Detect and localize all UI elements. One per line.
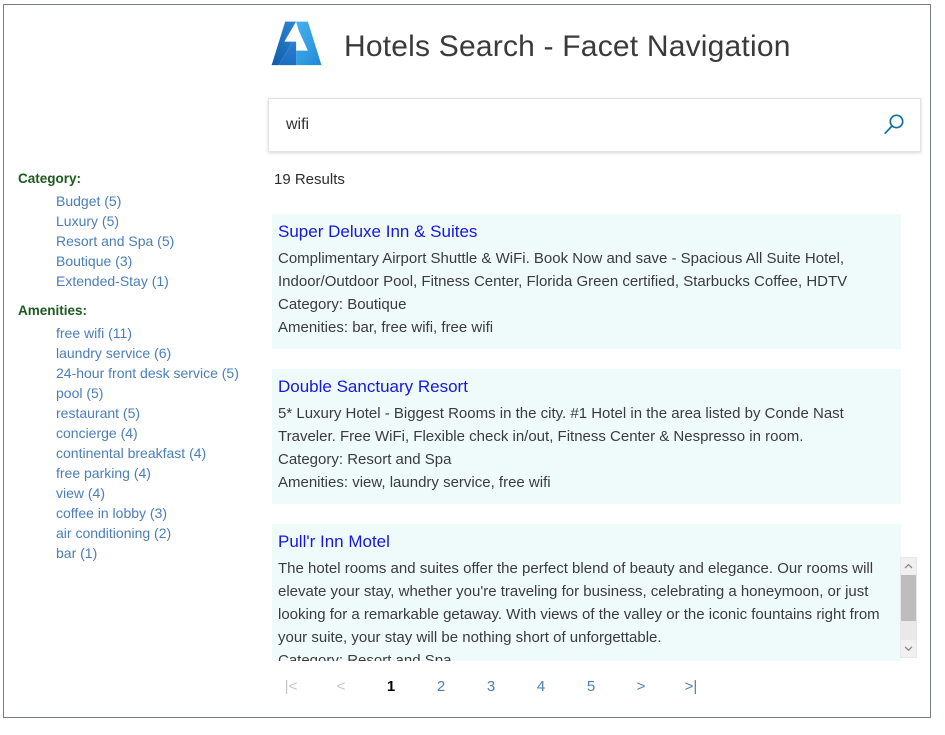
facet-item-bar[interactable]: bar (1): [56, 543, 264, 563]
facet-item-free-parking[interactable]: free parking (4): [56, 463, 264, 483]
pagination-page-2[interactable]: 2: [416, 678, 466, 695]
facet-item-resort-and-spa[interactable]: Resort and Spa (5): [56, 231, 264, 251]
app-window: Hotels Search - Facet Navigation 19 Resu…: [3, 4, 931, 718]
facet-list-category: Budget (5) Luxury (5) Resort and Spa (5)…: [16, 191, 264, 291]
result-description: Complimentary Airport Shuttle & WiFi. Bo…: [278, 247, 889, 293]
scroll-down-button[interactable]: [901, 640, 916, 657]
pagination-page-4[interactable]: 4: [516, 678, 566, 695]
result-card[interactable]: Double Sanctuary Resort 5* Luxury Hotel …: [272, 369, 901, 504]
facet-list-amenities: free wifi (11) laundry service (6) 24-ho…: [16, 323, 264, 563]
page-header: Hotels Search - Facet Navigation: [268, 7, 791, 87]
facet-title-amenities: Amenities:: [18, 303, 264, 318]
pagination: |< < 1 2 3 4 5 > >|: [266, 678, 686, 695]
results-scrollbar[interactable]: [900, 557, 917, 658]
result-amenities: Amenities: bar, free wifi, free wifi: [278, 316, 889, 339]
facet-group-amenities: Amenities: free wifi (11) laundry servic…: [16, 303, 264, 563]
search-bar[interactable]: [268, 98, 921, 152]
result-title[interactable]: Double Sanctuary Resort: [278, 377, 889, 397]
facet-item-24-hour-front-desk-service[interactable]: 24-hour front desk service (5): [56, 363, 264, 383]
facet-item-free-wifi[interactable]: free wifi (11): [56, 323, 264, 343]
facet-item-budget[interactable]: Budget (5): [56, 191, 264, 211]
facet-item-restaurant[interactable]: restaurant (5): [56, 403, 264, 423]
pagination-first-page[interactable]: |<: [266, 678, 316, 695]
azure-logo: [268, 18, 326, 76]
result-title[interactable]: Super Deluxe Inn & Suites: [278, 222, 889, 242]
facet-item-view[interactable]: view (4): [56, 483, 264, 503]
pagination-page-1[interactable]: 1: [366, 678, 416, 695]
page-title: Hotels Search - Facet Navigation: [344, 30, 791, 64]
result-category: Category: Resort and Spa: [278, 649, 889, 661]
chevron-up-icon: [904, 563, 913, 570]
results-count: 19 Results: [274, 171, 345, 188]
facet-item-continental-breakfast[interactable]: continental breakfast (4): [56, 443, 264, 463]
scrollbar-thumb[interactable]: [901, 575, 916, 621]
search-input[interactable]: [269, 99, 868, 151]
result-description: The hotel rooms and suites offer the per…: [278, 557, 889, 649]
results-panel: Super Deluxe Inn & Suites Complimentary …: [272, 214, 924, 661]
facet-item-boutique[interactable]: Boutique (3): [56, 251, 264, 271]
pagination-page-5[interactable]: 5: [566, 678, 616, 695]
result-amenities: Amenities: view, laundry service, free w…: [278, 471, 889, 494]
pagination-previous-page[interactable]: <: [316, 678, 366, 695]
scrollbar-track[interactable]: [901, 621, 916, 640]
facet-item-air-conditioning[interactable]: air conditioning (2): [56, 523, 264, 543]
search-button[interactable]: [868, 99, 920, 151]
result-category: Category: Boutique: [278, 293, 889, 316]
result-card[interactable]: Pull'r Inn Motel The hotel rooms and sui…: [272, 524, 901, 661]
pagination-page-3[interactable]: 3: [466, 678, 516, 695]
search-icon: [881, 112, 907, 138]
facet-item-extended-stay[interactable]: Extended-Stay (1): [56, 271, 264, 291]
facet-item-pool[interactable]: pool (5): [56, 383, 264, 403]
facet-item-coffee-in-lobby[interactable]: coffee in lobby (3): [56, 503, 264, 523]
facet-title-category: Category:: [18, 171, 264, 186]
results-scroll-container[interactable]: Super Deluxe Inn & Suites Complimentary …: [272, 214, 924, 661]
facet-item-concierge[interactable]: concierge (4): [56, 423, 264, 443]
scroll-up-button[interactable]: [901, 558, 916, 575]
chevron-down-icon: [904, 645, 913, 652]
result-description: 5* Luxury Hotel - Biggest Rooms in the c…: [278, 402, 889, 448]
result-category: Category: Resort and Spa: [278, 448, 889, 471]
facet-sidebar: Category: Budget (5) Luxury (5) Resort a…: [16, 171, 264, 575]
facet-item-luxury[interactable]: Luxury (5): [56, 211, 264, 231]
pagination-next-page[interactable]: >: [616, 678, 666, 695]
pagination-last-page[interactable]: >|: [666, 678, 716, 695]
facet-group-category: Category: Budget (5) Luxury (5) Resort a…: [16, 171, 264, 291]
result-title[interactable]: Pull'r Inn Motel: [278, 532, 889, 552]
facet-item-laundry-service[interactable]: laundry service (6): [56, 343, 264, 363]
result-card[interactable]: Super Deluxe Inn & Suites Complimentary …: [272, 214, 901, 349]
